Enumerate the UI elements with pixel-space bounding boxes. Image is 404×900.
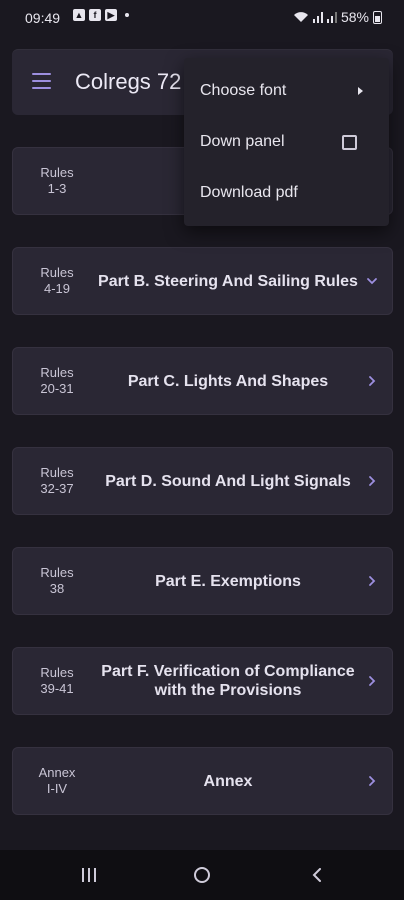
- rule-range: Rules 20-31: [13, 348, 101, 414]
- rule-range-value: I-IV: [46, 781, 68, 796]
- rule-range-label: Rules: [40, 565, 74, 580]
- wifi-icon: [293, 12, 308, 22]
- part-card-c[interactable]: Rules 20-31 Part C. Lights And Shapes: [12, 347, 393, 415]
- rule-range-label: Rules: [40, 265, 74, 280]
- gallery-icon: ▲: [73, 9, 85, 21]
- facebook-icon: f: [89, 9, 101, 21]
- part-title: Part F. Verification of Compliance with …: [101, 663, 355, 699]
- rule-range-value: 20-31: [40, 381, 74, 396]
- submenu-arrow-icon: [358, 87, 363, 95]
- part-card-e[interactable]: Rules 38 Part E. Exemptions: [12, 547, 393, 615]
- rule-range-value: 4-19: [43, 281, 71, 296]
- signal-icon: [326, 12, 337, 23]
- overflow-menu: Choose font Down panel Download pdf: [184, 58, 389, 226]
- part-card-f[interactable]: Rules 39-41 Part F. Verification of Comp…: [12, 647, 393, 715]
- battery-icon: [373, 10, 382, 24]
- rule-range-label: Rules: [40, 365, 74, 380]
- chevron-right-icon[interactable]: [366, 575, 378, 587]
- part-title: Part D. Sound And Light Signals: [105, 472, 351, 490]
- menu-item-label: Choose font: [200, 82, 287, 99]
- menu-item-download-pdf[interactable]: Download pdf: [184, 168, 389, 218]
- rule-range-label: Annex: [38, 765, 76, 780]
- chevron-right-icon[interactable]: [366, 475, 378, 487]
- youtube-icon: ▶: [105, 9, 117, 21]
- status-bar: 09:49 ▲ f ▶ 58%: [0, 0, 404, 36]
- system-nav-bar: [0, 850, 404, 900]
- rule-range: Rules 1-3: [13, 148, 101, 214]
- hamburger-menu-icon[interactable]: [32, 73, 51, 89]
- recents-icon[interactable]: [82, 868, 96, 882]
- part-title: Part B. Steering And Sailing Rules: [98, 272, 358, 290]
- rule-range-label: Rules: [40, 165, 74, 180]
- chevron-right-icon[interactable]: [366, 375, 378, 387]
- menu-item-choose-font[interactable]: Choose font: [184, 66, 389, 116]
- rule-range: Rules 39-41: [13, 648, 101, 714]
- rule-range-value: 32-37: [40, 481, 74, 496]
- system-icons: 58%: [293, 9, 382, 25]
- rule-range: Annex I-IV: [13, 748, 101, 814]
- rule-range-label: Rules: [40, 665, 74, 680]
- rule-range-value: 38: [49, 581, 65, 596]
- part-card-d[interactable]: Rules 32-37 Part D. Sound And Light Sign…: [12, 447, 393, 515]
- battery-percent: 58%: [340, 9, 369, 25]
- menu-item-down-panel[interactable]: Down panel: [184, 117, 389, 167]
- chevron-right-icon[interactable]: [366, 675, 378, 687]
- notification-icons: ▲ f ▶: [73, 9, 129, 21]
- down-panel-checkbox[interactable]: [342, 134, 357, 150]
- home-icon[interactable]: [194, 867, 210, 883]
- part-title: Annex: [203, 772, 253, 790]
- rule-range-value: 39-41: [40, 681, 74, 696]
- back-icon[interactable]: [311, 868, 325, 882]
- part-card-annex[interactable]: Annex I-IV Annex: [12, 747, 393, 815]
- dot-icon: [125, 13, 129, 17]
- rule-range-value: 1-3: [47, 181, 67, 196]
- app-screen: 09:49 ▲ f ▶ 58% Colregs 72 Rules 1-3 Rul…: [0, 0, 404, 900]
- signal-icon: [312, 12, 323, 23]
- app-title: Colregs 72: [75, 69, 182, 94]
- rule-range: Rules 32-37: [13, 448, 101, 514]
- part-title: Part C. Lights And Shapes: [127, 372, 329, 390]
- rule-range: Rules 4-19: [13, 248, 101, 314]
- rule-range: Rules 38: [13, 548, 101, 614]
- part-title: Part E. Exemptions: [155, 572, 301, 590]
- status-time: 09:49: [25, 10, 61, 26]
- chevron-right-icon[interactable]: [366, 775, 378, 787]
- rule-range-label: Rules: [40, 465, 74, 480]
- chevron-down-icon[interactable]: [366, 275, 378, 287]
- part-card-b[interactable]: Rules 4-19 Part B. Steering And Sailing …: [12, 247, 393, 315]
- menu-item-label: Download pdf: [200, 184, 298, 201]
- menu-item-label: Down panel: [200, 133, 285, 150]
